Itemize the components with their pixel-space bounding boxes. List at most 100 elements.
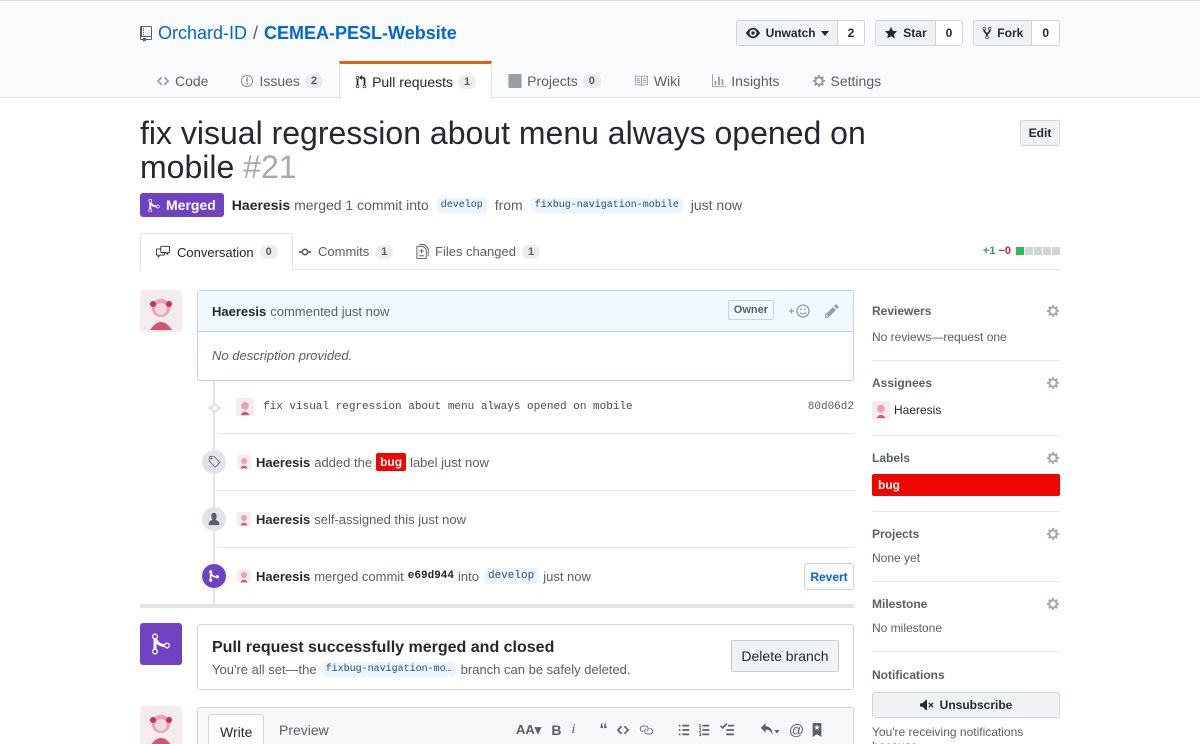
diff-squares (1016, 247, 1060, 255)
current-user-avatar[interactable] (140, 706, 182, 744)
repo-nav: Code Issues 2 Pull requests 1 Projects 0… (140, 61, 898, 100)
preview-tab[interactable]: Preview (279, 714, 329, 744)
files-counter: 1 (521, 244, 541, 259)
pr-meta: Merged Haeresis merged 1 commit into dev… (140, 193, 742, 217)
bug-label[interactable]: bug (376, 453, 407, 471)
reviewers-title[interactable]: Reviewers (872, 304, 1060, 318)
unwatch-button[interactable]: Unwatch (735, 20, 838, 46)
write-tab[interactable]: Write (208, 714, 265, 744)
projects-title[interactable]: Projects (872, 527, 1060, 541)
tab-insights-label: Insights (731, 72, 780, 89)
pr-author-link[interactable]: Haeresis (232, 197, 290, 213)
timeline-end-divider (140, 604, 854, 608)
star-count[interactable]: 0 (935, 20, 964, 46)
event-author-avatar[interactable] (237, 512, 251, 526)
tab-settings-label: Settings (830, 72, 882, 89)
tab-issues[interactable]: Issues 2 (224, 61, 339, 99)
file-diff-icon (416, 244, 429, 259)
reviewers-value[interactable]: No reviews—request one (872, 330, 1060, 344)
star-icon (884, 26, 898, 40)
fork-button[interactable]: Fork (973, 20, 1033, 46)
milestone-gear-icon[interactable] (1046, 597, 1060, 611)
italic-icon[interactable]: i (571, 722, 575, 738)
base-branch[interactable]: develop (436, 197, 487, 213)
from-text: from (494, 197, 523, 213)
tab-files-changed[interactable]: Files changed 1 (416, 233, 541, 270)
merge-sub-before: You're all set—the (212, 662, 317, 677)
unsubscribe-button[interactable]: Unsubscribe (872, 692, 1060, 718)
additions-count: +1 (982, 245, 996, 257)
diff-square (1034, 247, 1042, 255)
labels-title[interactable]: Labels (872, 451, 1060, 465)
tab-commits[interactable]: Commits 1 (298, 233, 394, 270)
commit-message-link[interactable]: fix visual regression about menu always … (263, 401, 633, 413)
add-reaction-icon[interactable] (787, 303, 811, 319)
code-brackets-icon[interactable] (616, 723, 630, 737)
task-list-icon[interactable] (719, 723, 735, 737)
edit-title-button[interactable]: Edit (1020, 120, 1060, 146)
commit-author-avatar[interactable] (236, 398, 254, 416)
watch-group: Unwatch 2 (735, 20, 866, 46)
link-icon[interactable] (638, 723, 654, 737)
sidebar-divider (872, 581, 1060, 582)
event-author-avatar[interactable] (237, 455, 251, 469)
issues-counter: 2 (304, 73, 324, 88)
tab-code[interactable]: Code (140, 61, 224, 99)
assignees-title[interactable]: Assignees (872, 376, 1060, 390)
comment-discussion-icon (155, 245, 171, 259)
tab-insights[interactable]: Insights (696, 61, 795, 99)
tab-pull-requests[interactable]: Pull requests 1 (339, 61, 493, 100)
event-author-link[interactable]: Haeresis (256, 512, 310, 527)
tab-wiki[interactable]: Wiki (617, 61, 696, 99)
repo-name-link[interactable]: CEMEA-PESL-Website (264, 23, 457, 44)
comment-author-link[interactable]: Haeresis (212, 304, 266, 319)
notification-reason: You're receiving notifications because (872, 725, 1024, 744)
merged-status-icon (140, 623, 182, 665)
sidebar-bug-label[interactable]: bug (872, 474, 1060, 496)
markdown-toolbar: AA▾ B i “ @ (516, 720, 822, 740)
tab-projects[interactable]: Projects 0 (492, 61, 617, 99)
event-author-link[interactable]: Haeresis (256, 569, 310, 584)
watch-count[interactable]: 2 (837, 20, 866, 46)
merge-sub-after: branch can be safely deleted. (460, 662, 631, 677)
reply-icon[interactable] (759, 723, 781, 737)
labels-gear-icon[interactable] (1046, 451, 1060, 465)
quote-icon[interactable]: “ (599, 720, 608, 740)
comment-header: Haeresis commented just now Owner (198, 291, 853, 332)
author-avatar[interactable] (140, 290, 182, 332)
projects-gear-icon[interactable] (1046, 527, 1060, 541)
text-size-icon[interactable]: AA▾ (516, 722, 541, 738)
bookmark-icon[interactable] (812, 723, 822, 737)
projects-counter: 0 (582, 73, 601, 88)
tab-conversation[interactable]: Conversation 0 (140, 233, 293, 271)
delete-branch-button[interactable]: Delete branch (731, 640, 839, 672)
assignee-item[interactable]: Haeresis (872, 401, 1060, 419)
merge-event-into: into (458, 568, 479, 584)
reviewers-gear-icon[interactable] (1046, 304, 1060, 318)
merge-event-before: merged commit (314, 568, 404, 584)
pencil-icon[interactable] (825, 303, 839, 319)
merged-branch-name[interactable]: fixbug-navigation-mo… (321, 662, 456, 677)
assignees-gear-icon[interactable] (1046, 376, 1060, 390)
merge-commit-sha[interactable]: e69d944 (408, 570, 454, 582)
revert-button[interactable]: Revert (804, 563, 854, 590)
event-author-avatar[interactable] (237, 569, 251, 583)
timeline-divider (218, 433, 854, 434)
ordered-list-icon[interactable] (698, 723, 711, 737)
event-author-link[interactable]: Haeresis (256, 455, 310, 470)
merge-description: merged 1 commit into (294, 197, 429, 213)
commit-sha-link[interactable]: 80d06d2 (808, 401, 854, 413)
merge-event-branch[interactable]: develop (483, 568, 539, 584)
projects-value: None yet (872, 551, 921, 565)
bold-icon[interactable]: B (551, 722, 561, 738)
repo-owner-link[interactable]: Orchard-ID (158, 23, 247, 44)
head-branch[interactable]: fixbug-navigation-mobile (530, 197, 683, 213)
tab-settings[interactable]: Settings (796, 61, 898, 99)
milestone-title[interactable]: Milestone (872, 597, 1060, 611)
pr-title: fix visual regression about menu always … (140, 116, 960, 185)
star-button[interactable]: Star (875, 20, 936, 46)
mention-icon[interactable]: @ (789, 722, 804, 739)
fork-count[interactable]: 0 (1032, 20, 1060, 46)
unordered-list-icon[interactable] (678, 723, 690, 737)
fork-label: Fork (997, 26, 1024, 40)
